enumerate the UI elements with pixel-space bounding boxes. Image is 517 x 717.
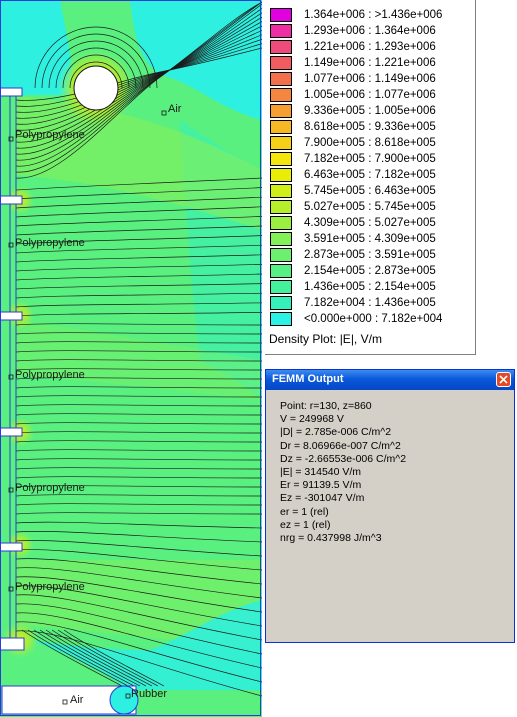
legend-swatch <box>270 184 292 198</box>
legend-swatch <box>270 216 292 230</box>
legend-entry-label: 1.149e+006 : 1.221e+006 <box>304 57 436 69</box>
output-line: Dr = 8.06966e-007 C/m^2 <box>280 439 401 452</box>
region-label-polypropylene: Polypropylene <box>15 369 85 381</box>
legend-swatch <box>270 312 292 326</box>
region-label-polypropylene: Polypropylene <box>15 581 85 593</box>
output-line: Dz = -2.66553e-006 C/m^2 <box>280 452 407 465</box>
legend-entry-label: 8.618e+005 : 9.336e+005 <box>304 121 436 133</box>
legend-entry-label: 1.364e+006 : >1.436e+006 <box>304 9 443 21</box>
legend-entry-label: 6.463e+005 : 7.182e+005 <box>304 169 436 181</box>
legend-swatch <box>270 24 292 38</box>
output-line: er = 1 (rel) <box>280 505 329 518</box>
femm-output-window[interactable]: FEMM Output Point: r=130, z=860 V = 24996… <box>265 369 515 643</box>
legend-swatch <box>270 8 292 22</box>
region-label-air: Air <box>168 103 182 115</box>
conductor <box>73 65 119 111</box>
legend-swatch <box>270 168 292 182</box>
close-icon <box>499 375 508 384</box>
legend-entry-label: 2.873e+005 : 3.591e+005 <box>304 249 436 261</box>
output-line: ez = 1 (rel) <box>280 518 331 531</box>
legend-swatch <box>270 40 292 54</box>
region-label-air-bottom: Air <box>70 694 84 706</box>
window-titlebar[interactable]: FEMM Output <box>266 370 514 390</box>
legend-swatch <box>270 296 292 310</box>
legend-swatch <box>270 280 292 294</box>
region-label-polypropylene: Polypropylene <box>15 129 85 141</box>
legend-swatch <box>270 232 292 246</box>
output-line: V = 249968 V <box>280 413 344 426</box>
legend-title: Density Plot: |E|, V/m <box>269 332 382 346</box>
legend-entry-label: 7.900e+005 : 8.618e+005 <box>304 137 436 149</box>
density-legend: 1.364e+006 : >1.436e+006 1.293e+006 : 1.3… <box>265 0 476 355</box>
legend-entry-label: 3.591e+005 : 4.309e+005 <box>304 233 436 245</box>
legend-swatch <box>270 200 292 214</box>
density-plot[interactable]: Air Polypropylene Polypropylene Polyprop… <box>0 0 262 717</box>
legend-entry-label: 5.027e+005 : 5.745e+005 <box>304 201 436 213</box>
legend-swatch <box>270 152 292 166</box>
legend-entry-label: 1.221e+006 : 1.293e+006 <box>304 41 436 53</box>
legend-entry-label: 7.182e+005 : 7.900e+005 <box>304 153 436 165</box>
legend-entry-label: 9.336e+005 : 1.005e+006 <box>304 105 436 117</box>
output-line: Er = 91139.5 V/m <box>280 479 362 492</box>
output-line: Point: r=130, z=860 <box>280 400 372 412</box>
legend-entry-label: 2.154e+005 : 2.873e+005 <box>304 265 436 277</box>
output-line: Ez = -301047 V/m <box>280 492 365 505</box>
region-label-polypropylene: Polypropylene <box>15 237 85 249</box>
legend-swatch <box>270 88 292 102</box>
legend-swatch <box>270 248 292 262</box>
legend-swatch <box>270 120 292 134</box>
region-label-polypropylene: Polypropylene <box>15 482 85 494</box>
legend-entry-label: 1.436e+005 : 2.154e+005 <box>304 281 436 293</box>
window-title: FEMM Output <box>272 373 344 385</box>
legend-entry-label: <0.000e+000 : 7.182e+004 <box>304 313 443 325</box>
output-text-area[interactable]: Point: r=130, z=860 V = 249968 V |D| = 2.7… <box>274 396 506 558</box>
legend-swatch <box>270 72 292 86</box>
legend-entry-label: 1.077e+006 : 1.149e+006 <box>304 73 436 85</box>
output-line: |D| = 2.785e-006 C/m^2 <box>280 426 392 439</box>
legend-swatch <box>270 136 292 150</box>
legend-entry-label: 5.745e+005 : 6.463e+005 <box>304 185 436 197</box>
output-line: |E| = 314540 V/m <box>280 466 362 478</box>
region-label-rubber: Rubber <box>131 688 167 700</box>
output-line: nrg = 0.437998 J/m^3 <box>280 532 382 544</box>
legend-swatch <box>270 56 292 70</box>
legend-swatch <box>270 104 292 118</box>
legend-entry-label: 1.005e+006 : 1.077e+006 <box>304 89 436 101</box>
close-button[interactable] <box>496 372 511 387</box>
legend-entry-label: 4.309e+005 : 5.027e+005 <box>304 217 436 229</box>
legend-swatch <box>270 264 292 278</box>
legend-entry-label: 7.182e+004 : 1.436e+005 <box>304 297 436 309</box>
legend-entry-label: 1.293e+006 : 1.364e+006 <box>304 25 436 37</box>
